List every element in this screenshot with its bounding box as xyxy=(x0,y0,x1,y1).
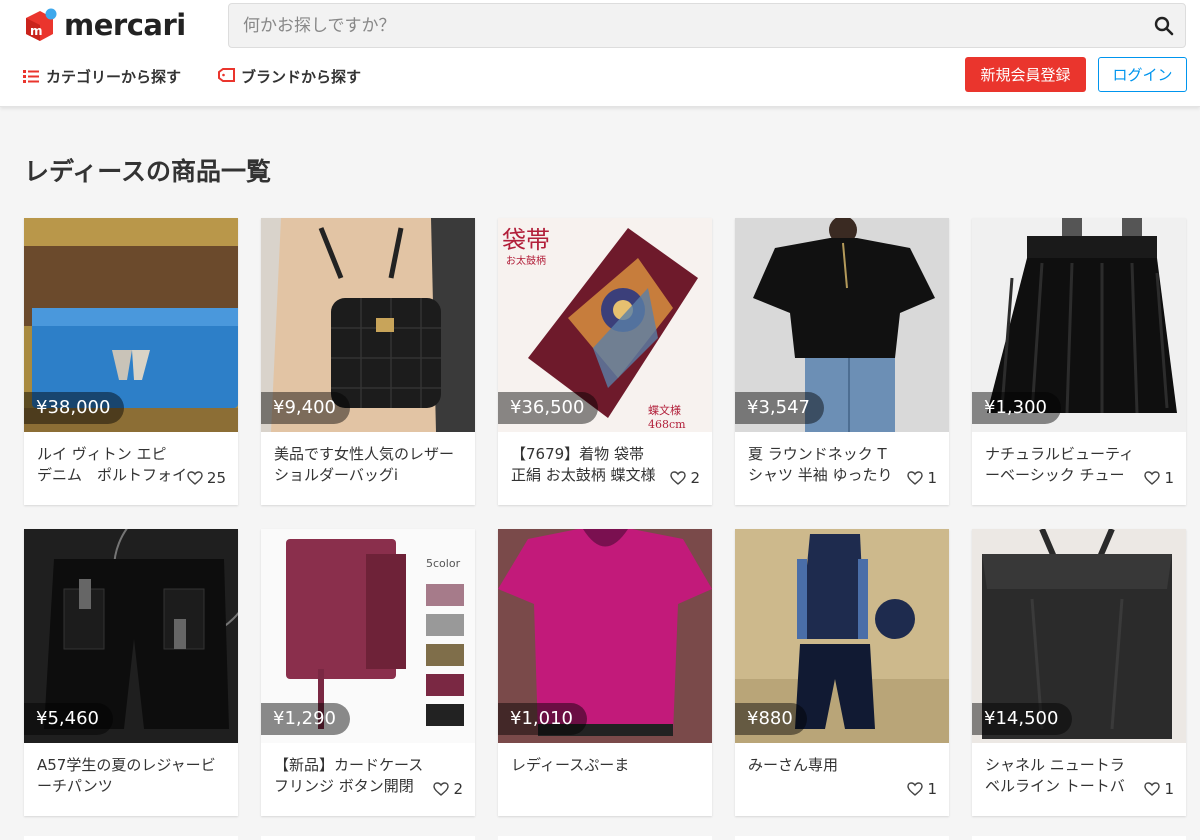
like-count-value: 25 xyxy=(206,469,226,487)
site-header: m mercari カテゴリーから探す ブランドから探す xyxy=(0,0,1200,107)
product-name: 夏 ラウンドネック Tシャツ 半袖 ゆったり カジュアル xyxy=(748,445,893,484)
product-card-partial[interactable] xyxy=(24,836,238,840)
svg-text:お太鼓柄: お太鼓柄 xyxy=(506,254,546,267)
product-card[interactable]: ¥880 みーさん専用 1 xyxy=(735,529,949,816)
product-card-partial[interactable] xyxy=(498,836,712,840)
like-count-value: 1 xyxy=(927,469,937,487)
product-card[interactable]: ¥1,300 ナチュラルビューティーベーシック チュール 1 xyxy=(972,218,1186,505)
product-card[interactable]: ¥9,400 美品です女性人気のレザーショルダーバッグi xyxy=(261,218,475,505)
nav-brand-label: ブランドから探す xyxy=(241,67,362,86)
product-card[interactable]: 5color ¥1,290 【新品】カードケース フリンジ ボタン開閉 ホック … xyxy=(261,529,475,816)
like-count: 2 xyxy=(433,780,463,798)
like-count: 25 xyxy=(187,469,226,487)
product-name: 【7679】着物 袋帯 正絹 お太鼓柄 蝶文様 葡萄 xyxy=(511,445,656,484)
heart-icon xyxy=(1144,471,1161,485)
like-count-value: 1 xyxy=(1164,469,1174,487)
heart-icon xyxy=(433,782,450,796)
price-badge: ¥9,400 xyxy=(261,392,350,424)
like-count: 1 xyxy=(907,780,937,798)
price-badge: ¥1,290 xyxy=(261,703,350,735)
like-count: 1 xyxy=(1144,469,1174,487)
heart-icon xyxy=(907,782,924,796)
nav-brand-link[interactable]: ブランドから探す xyxy=(217,62,361,90)
product-name: みーさん専用 xyxy=(748,756,839,774)
product-name: 美品です女性人気のレザーショルダーバッグi xyxy=(274,445,455,484)
svg-text:468cm: 468cm xyxy=(648,418,686,431)
mercari-logo[interactable]: m mercari xyxy=(22,6,186,44)
heart-icon xyxy=(1144,782,1161,796)
svg-text:m: m xyxy=(30,24,43,38)
signup-button[interactable]: 新規会員登録 xyxy=(965,57,1086,92)
search-bar xyxy=(228,3,1186,48)
price-badge: ¥1,300 xyxy=(972,392,1061,424)
logo-wordmark: mercari xyxy=(64,8,186,42)
price-badge: ¥880 xyxy=(735,703,807,735)
price-badge: ¥5,460 xyxy=(24,703,113,735)
price-badge: ¥1,010 xyxy=(498,703,587,735)
page-title: レディースの商品一覧 xyxy=(24,157,272,186)
like-count-value: 2 xyxy=(453,780,463,798)
product-card[interactable]: 袋帯 お太鼓柄 蝶文様 468cm ¥36,500 【7679】着物 袋帯 正絹… xyxy=(498,218,712,505)
like-count-value: 1 xyxy=(1164,780,1174,798)
like-count: 1 xyxy=(907,469,937,487)
product-card[interactable]: ¥5,460 A57学生の夏のレジャービーチパンツ xyxy=(24,529,238,816)
like-count: 2 xyxy=(670,469,700,487)
product-card-partial[interactable] xyxy=(735,836,949,840)
product-name: A57学生の夏のレジャービーチパンツ xyxy=(37,756,216,795)
product-name: レディースぷーま xyxy=(511,756,630,774)
nav-category-link[interactable]: カテゴリーから探す xyxy=(22,62,181,90)
svg-text:5color: 5color xyxy=(426,557,461,570)
product-name: 【新品】カードケース フリンジ ボタン開閉 ホック xyxy=(274,756,424,795)
tag-icon xyxy=(218,68,235,82)
price-badge: ¥14,500 xyxy=(972,703,1073,735)
like-count-value: 2 xyxy=(690,469,700,487)
heart-icon xyxy=(907,471,924,485)
like-count-value: 1 xyxy=(927,780,937,798)
list-icon xyxy=(23,70,39,83)
like-count: 1 xyxy=(1144,780,1174,798)
product-name: ルイ ヴィトン エピ デニム ポルトフォイユ xyxy=(37,445,187,484)
price-badge: ¥3,547 xyxy=(735,392,824,424)
product-card-partial[interactable] xyxy=(261,836,475,840)
product-name: シャネル ニュートラベルライン トートバッグ xyxy=(985,756,1125,795)
svg-text:蝶文様: 蝶文様 xyxy=(648,403,681,417)
product-card-partial[interactable] xyxy=(972,836,1186,840)
product-card[interactable]: ¥14,500 シャネル ニュートラベルライン トートバッグ 1 xyxy=(972,529,1186,816)
product-card[interactable]: ¥1,010 レディースぷーま xyxy=(498,529,712,816)
price-badge: ¥38,000 xyxy=(24,392,125,424)
heart-icon xyxy=(187,471,203,485)
product-card[interactable]: ¥38,000 ルイ ヴィトン エピ デニム ポルトフォイユ 25 xyxy=(24,218,238,505)
heart-icon xyxy=(670,471,687,485)
product-card[interactable]: ¥3,547 夏 ラウンドネック Tシャツ 半袖 ゆったり カジュアル 1 xyxy=(735,218,949,505)
nav-category-label: カテゴリーから探す xyxy=(46,67,182,86)
login-button[interactable]: ログイン xyxy=(1098,57,1187,92)
search-icon[interactable] xyxy=(1153,15,1175,37)
search-input[interactable] xyxy=(229,4,1129,47)
mercari-logo-mark: m xyxy=(22,7,58,43)
price-badge: ¥36,500 xyxy=(498,392,599,424)
product-name: ナチュラルビューティーベーシック チュール xyxy=(985,445,1135,484)
svg-text:袋帯: 袋帯 xyxy=(502,226,550,254)
